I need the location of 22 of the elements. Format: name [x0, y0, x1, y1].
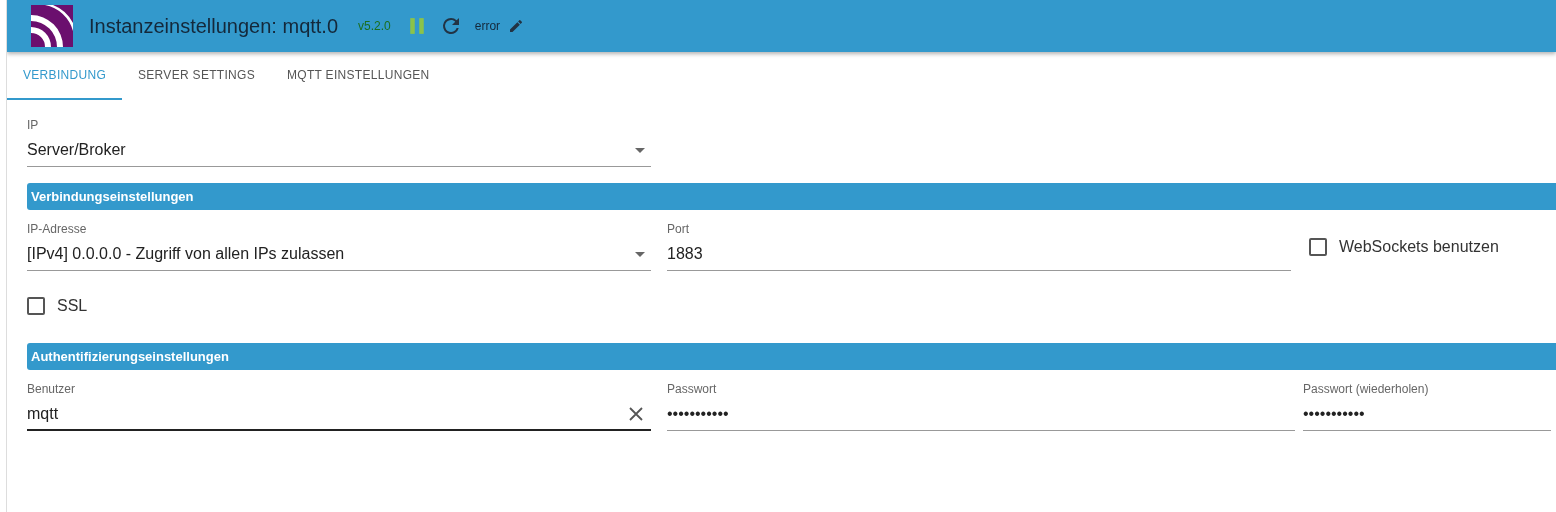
caret-icon [635, 251, 645, 257]
input-field[interactable]: Passwort (wiederholen) ••••••••••• [1303, 382, 1551, 431]
window-title: Instanzeinstellungen: mqtt.0 [89, 14, 339, 38]
checkbox[interactable] [27, 297, 45, 315]
checkbox-label: SSL [57, 297, 88, 315]
section-header: Authentifizierungseinstellungen [27, 343, 1556, 370]
section-header: Verbindungseinstellungen [27, 183, 1556, 210]
tab[interactable]: SERVER SETTINGS [122, 52, 271, 100]
select-field[interactable]: IP-Adresse [IPv4] 0.0.0.0 - Zugriff von allen IPs zulassen [27, 222, 651, 271]
version-label: v5.2.0 [358, 19, 391, 33]
input-field[interactable]: Passwort ••••••••••• [667, 382, 1295, 431]
ip-select[interactable]: IP Server/Broker [27, 118, 651, 167]
tab[interactable]: MQTT EINSTELLUNGEN [271, 52, 446, 100]
clear-icon[interactable] [629, 407, 643, 421]
pencil-icon[interactable] [508, 17, 525, 35]
logo-icon [31, 5, 73, 47]
caret-icon [635, 147, 645, 153]
input-field[interactable]: Port 1883 [667, 222, 1291, 271]
checkbox[interactable] [1309, 238, 1327, 256]
checkbox-label: WebSockets benutzen [1339, 238, 1499, 256]
status-label: error [474, 19, 501, 33]
input-field[interactable]: Benutzer mqtt [27, 382, 651, 431]
